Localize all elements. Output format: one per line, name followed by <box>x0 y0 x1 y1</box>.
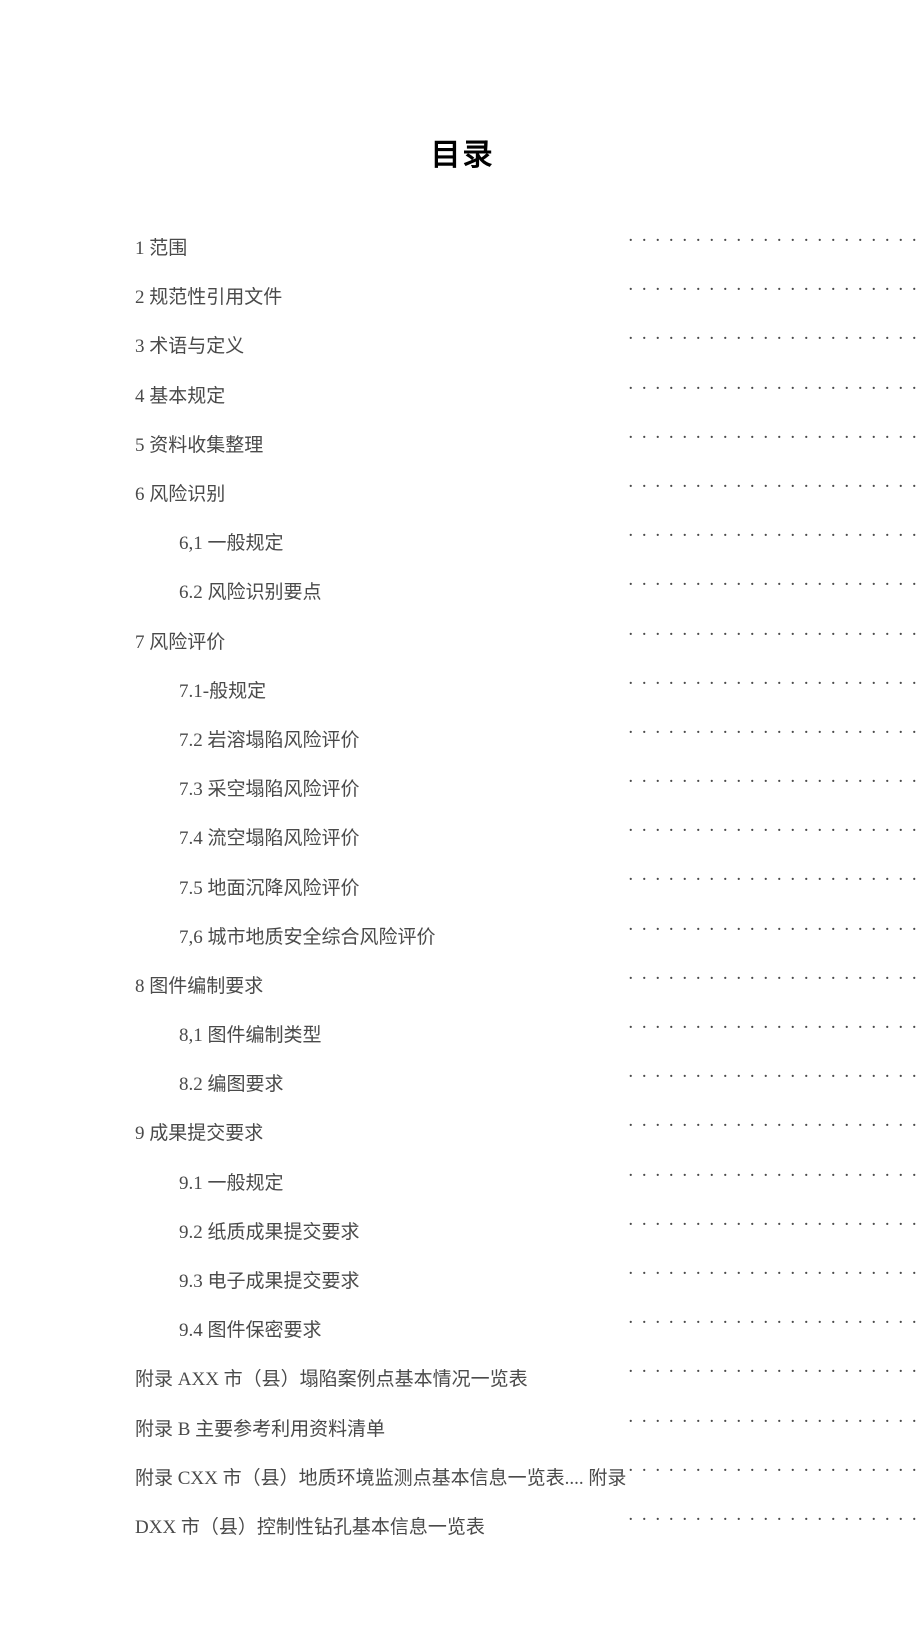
toc-leader-dots <box>628 808 920 857</box>
toc-leader-dots <box>628 1399 920 1448</box>
toc-leader-dots <box>628 366 920 415</box>
toc-entry: 7.3 采空塌陷风险评价.9 <box>135 759 920 808</box>
toc-entry: 9.1 一般规定18 <box>135 1153 920 1202</box>
toc-entry: 8 图件编制要求15 <box>135 956 920 1005</box>
toc-entry-label: 6,1 一般规定 <box>135 513 628 562</box>
toc-leader-dots <box>628 218 920 267</box>
toc-entry-label: 6.2 风险识别要点 <box>135 562 628 611</box>
toc-entry: 7 风险评价.6 <box>135 612 920 661</box>
toc-leader-dots <box>628 1103 920 1152</box>
toc-entry-label: 6 风险识别 <box>135 464 628 513</box>
toc-entry: 9.3 电子成果提交要求19 <box>135 1251 920 1300</box>
toc-leader-dots <box>628 710 920 759</box>
toc-leader-dots <box>628 1153 920 1202</box>
toc-entry-label: DXX 市（县）控制性钻孔基本信息一览表 <box>135 1497 628 1546</box>
toc-entry-label: 7,6 城市地质安全综合风险评价 <box>135 907 628 956</box>
toc-entry-label: 附录 AXX 市（县）塌陷案例点基本情况一览表 <box>135 1349 628 1398</box>
toc-entry-label: 9 成果提交要求 <box>135 1103 628 1152</box>
toc-entry: 9.2 纸质成果提交要求18 <box>135 1202 920 1251</box>
toc-entry-label: 7.3 采空塌陷风险评价 <box>135 759 628 808</box>
toc-entry: 2 规范性引用文件.1 <box>135 267 920 316</box>
toc-entry-label: 3 术语与定义 <box>135 316 628 365</box>
toc-leader-dots <box>628 661 920 710</box>
toc-entry: 7,6 城市地质安全综合风险评价13 <box>135 907 920 956</box>
toc-entry-label: 5 资料收集整理 <box>135 415 628 464</box>
toc-entry: 5 资料收集整理,4 <box>135 415 920 464</box>
toc-entry-label: 9.4 图件保密要求 <box>135 1300 628 1349</box>
toc-entry-label: 附录 B 主要参考利用资料清单 <box>135 1399 628 1448</box>
toc-entry: 9 成果提交要求18 <box>135 1103 920 1152</box>
toc-leader-dots <box>628 956 920 1005</box>
toc-entry: 6.2 风险识别要点.5 <box>135 562 920 611</box>
toc-leader-dots <box>628 1497 920 1546</box>
toc-entry-label: 附录 CXX 市（县）地质环境监测点基本信息一览表.... 附录 <box>135 1448 628 1497</box>
toc-leader-dots <box>628 316 920 365</box>
toc-leader-dots <box>628 1300 920 1349</box>
toc-entry-label: 2 规范性引用文件 <box>135 267 628 316</box>
toc-entry-label: 8,1 图件编制类型 <box>135 1005 628 1054</box>
toc-entry: 9.4 图件保密要求20 <box>135 1300 920 1349</box>
toc-leader-dots <box>628 464 920 513</box>
toc-entry: 8.2 编图要求17 <box>135 1054 920 1103</box>
toc-leader-dots <box>628 1448 920 1497</box>
toc-entry-label: 7.5 地面沉降风险评价 <box>135 857 628 906</box>
toc-entry-label: 1 范围 <box>135 218 628 267</box>
toc-leader-dots <box>628 1202 920 1251</box>
toc-entry: 附录 CXX 市（县）地质环境监测点基本信息一览表.... 附录*+**23 <box>135 1448 920 1497</box>
toc-leader-dots <box>628 562 920 611</box>
toc-entry-label: 8 图件编制要求 <box>135 956 628 1005</box>
toc-entry: 3 术语与定义.1 <box>135 316 920 365</box>
toc-entry-label: 7 风险评价 <box>135 612 628 661</box>
toc-entry-label: 7.4 流空塌陷风险评价 <box>135 808 628 857</box>
toc-entry: 7.5 地面沉降风险评价11 <box>135 857 920 906</box>
toc-entry: DXX 市（县）控制性钻孔基本信息一览表24 <box>135 1497 920 1546</box>
toc-entry-label: 7.2 岩溶塌陷风险评价 <box>135 710 628 759</box>
toc-entry: 7.1-般规定,6 <box>135 661 920 710</box>
toc-entry: 7.2 岩溶塌陷风险评价.6 <box>135 710 920 759</box>
toc-entry-label: 8.2 编图要求 <box>135 1054 628 1103</box>
toc-list: 1 范围12 规范性引用文件.13 术语与定义.14 基本规定.35 资料收集整… <box>135 218 920 1546</box>
toc-entry-label: 9.2 纸质成果提交要求 <box>135 1202 628 1251</box>
toc-leader-dots <box>628 513 920 562</box>
toc-entry-label: 9.3 电子成果提交要求 <box>135 1251 628 1300</box>
toc-leader-dots <box>628 267 920 316</box>
toc-entry: 1 范围1 <box>135 218 920 267</box>
toc-entry: 6 风险识别.5 <box>135 464 920 513</box>
toc-entry: 6,1 一般规定,5 <box>135 513 920 562</box>
toc-leader-dots <box>628 1349 920 1398</box>
document-page: 目录 1 范围12 规范性引用文件.13 术语与定义.14 基本规定.35 资料… <box>0 0 920 1646</box>
toc-leader-dots <box>628 759 920 808</box>
toc-entry: 附录 B 主要参考利用资料清单....22 <box>135 1399 920 1448</box>
toc-leader-dots <box>628 1054 920 1103</box>
toc-entry: 8,1 图件编制类型15 <box>135 1005 920 1054</box>
toc-leader-dots <box>628 612 920 661</box>
toc-leader-dots <box>628 857 920 906</box>
toc-leader-dots <box>628 907 920 956</box>
toc-leader-dots <box>628 1251 920 1300</box>
toc-leader-dots <box>628 415 920 464</box>
toc-entry-label: 7.1-般规定 <box>135 661 628 710</box>
toc-leader-dots <box>628 1005 920 1054</box>
toc-entry: 附录 AXX 市（县）塌陷案例点基本情况一览表….21 <box>135 1349 920 1398</box>
toc-entry: 4 基本规定.3 <box>135 366 920 415</box>
toc-entry-label: 9.1 一般规定 <box>135 1153 628 1202</box>
toc-entry-label: 4 基本规定 <box>135 366 628 415</box>
toc-entry: 7.4 流空塌陷风险评价.9 <box>135 808 920 857</box>
toc-title: 目录 <box>135 130 790 174</box>
